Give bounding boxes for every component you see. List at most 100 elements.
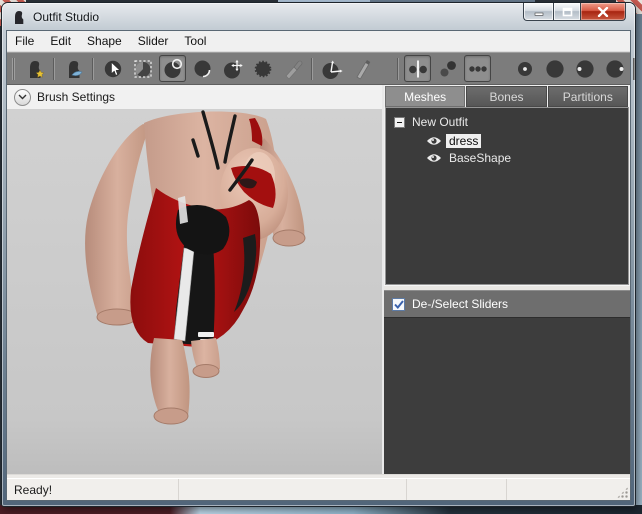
close-button[interactable] [581, 3, 626, 21]
panel-tabs: Meshes Bones Partitions [384, 85, 630, 107]
weight-paint-brush-icon [282, 58, 304, 80]
global-brush-toggle-button[interactable] [464, 55, 491, 82]
status-cell [179, 479, 407, 500]
status-message-cell: Ready! [7, 479, 179, 500]
deflate-brush-icon [192, 58, 214, 80]
maximize-button[interactable] [553, 3, 581, 21]
brush-strength-left-icon [574, 58, 596, 80]
model-render [7, 110, 382, 474]
model-left-leg-cut [154, 408, 188, 424]
tree-root-label: New Outfit [412, 115, 468, 129]
toolbar-separator [633, 58, 635, 80]
weight-paint-brush-button[interactable] [279, 55, 306, 82]
window-controls [523, 3, 626, 21]
viewport-pane: Brush Settings [7, 85, 384, 474]
brush-strength-right-button[interactable] [601, 55, 628, 82]
deselect-sliders-label: De-/Select Sliders [412, 297, 508, 311]
viewport-3d[interactable] [7, 110, 382, 474]
background-window-edge [635, 14, 642, 514]
visibility-eye-icon [426, 135, 442, 147]
status-bar: Ready! [7, 478, 630, 500]
inflate-brush-button[interactable] [159, 55, 186, 82]
slider-select-bar: De-/Select Sliders [384, 290, 630, 317]
minimize-icon [534, 7, 544, 16]
slider-list-area[interactable] [384, 317, 630, 474]
tree-root-row[interactable]: New Outfit [390, 113, 624, 131]
x-mirror-icon [407, 58, 429, 80]
brush-settings-label: Brush Settings [37, 90, 115, 104]
check-icon [394, 300, 404, 309]
close-icon [597, 7, 609, 17]
outfit-studio-window: Outfit Studio File Edit Shape Slider Too… [2, 3, 635, 506]
select-tool-icon [102, 58, 124, 80]
smooth-brush-icon [252, 58, 274, 80]
background-window-bottom [0, 505, 642, 514]
connected-vertices-icon [437, 58, 459, 80]
app-icon [10, 9, 26, 25]
status-cell [507, 479, 630, 500]
brush-strength-left-button[interactable] [571, 55, 598, 82]
side-panel: Meshes Bones Partitions New Outfit [384, 85, 630, 474]
connected-vertices-button[interactable] [434, 55, 461, 82]
toolbar-separator [92, 58, 94, 80]
mask-brush-icon [132, 58, 154, 80]
menu-shape[interactable]: Shape [79, 31, 130, 51]
collapse-icon[interactable] [394, 117, 405, 128]
tab-meshes[interactable]: Meshes [385, 86, 465, 107]
mesh-label-dress[interactable]: dress [446, 134, 481, 148]
toolbar-separator [397, 58, 399, 80]
status-message: Ready! [14, 483, 52, 497]
tab-partitions[interactable]: Partitions [548, 86, 628, 107]
transform-tool-icon [321, 58, 343, 80]
minimize-button[interactable] [523, 3, 553, 21]
window-title: Outfit Studio [33, 10, 99, 24]
titlebar[interactable]: Outfit Studio [2, 3, 635, 30]
visibility-eye-icon [426, 152, 442, 164]
select-tool-button[interactable] [99, 55, 126, 82]
menu-slider[interactable]: Slider [130, 31, 177, 51]
deflate-brush-button[interactable] [189, 55, 216, 82]
global-brush-icon [467, 58, 489, 80]
toolbar [7, 52, 630, 85]
brush-size-icon [544, 58, 566, 80]
maximize-icon [562, 7, 573, 17]
load-project-button[interactable] [60, 55, 87, 82]
model-right-arm-cut [273, 230, 305, 246]
toolbar-separator [53, 58, 55, 80]
tab-bones[interactable]: Bones [466, 86, 546, 107]
brush-focus-icon [514, 58, 536, 80]
brush-strength-right-icon [604, 58, 626, 80]
status-cell [407, 479, 507, 500]
move-brush-icon [222, 58, 244, 80]
new-project-icon [24, 58, 46, 80]
mesh-label-baseshape[interactable]: BaseShape [446, 151, 514, 165]
chevron-down-icon [18, 94, 27, 100]
brush-size-focus-button[interactable] [511, 55, 538, 82]
transform-tool-button[interactable] [318, 55, 345, 82]
inflate-brush-icon [162, 58, 184, 80]
load-project-icon [63, 58, 85, 80]
deselect-sliders-checkbox[interactable] [392, 298, 405, 311]
toolbar-separator [311, 58, 313, 80]
vertex-pen-tool-button[interactable] [348, 55, 375, 82]
toolbar-grip[interactable] [12, 58, 15, 80]
brush-settings-expander[interactable] [14, 89, 31, 106]
x-mirror-toggle-button[interactable] [404, 55, 431, 82]
menu-edit[interactable]: Edit [42, 31, 79, 51]
new-project-button[interactable] [21, 55, 48, 82]
tree-item-dress[interactable]: dress [426, 134, 624, 148]
menu-bar: File Edit Shape Slider Tool [7, 31, 630, 52]
brush-settings-header: Brush Settings [7, 85, 382, 110]
mesh-tree: New Outfit dress Bas [385, 107, 629, 285]
smooth-brush-button[interactable] [249, 55, 276, 82]
client-area: File Edit Shape Slider Tool [6, 30, 631, 501]
vertex-pen-icon [351, 58, 373, 80]
mask-brush-button[interactable] [129, 55, 156, 82]
brush-size-large-button[interactable] [541, 55, 568, 82]
model-right-leg-cut [193, 365, 219, 378]
menu-tool[interactable]: Tool [176, 31, 214, 51]
menu-file[interactable]: File [7, 31, 42, 51]
move-brush-button[interactable] [219, 55, 246, 82]
tree-item-baseshape[interactable]: BaseShape [426, 151, 624, 165]
desktop: { "window": { "title": "Outfit Studio" }… [0, 0, 642, 514]
